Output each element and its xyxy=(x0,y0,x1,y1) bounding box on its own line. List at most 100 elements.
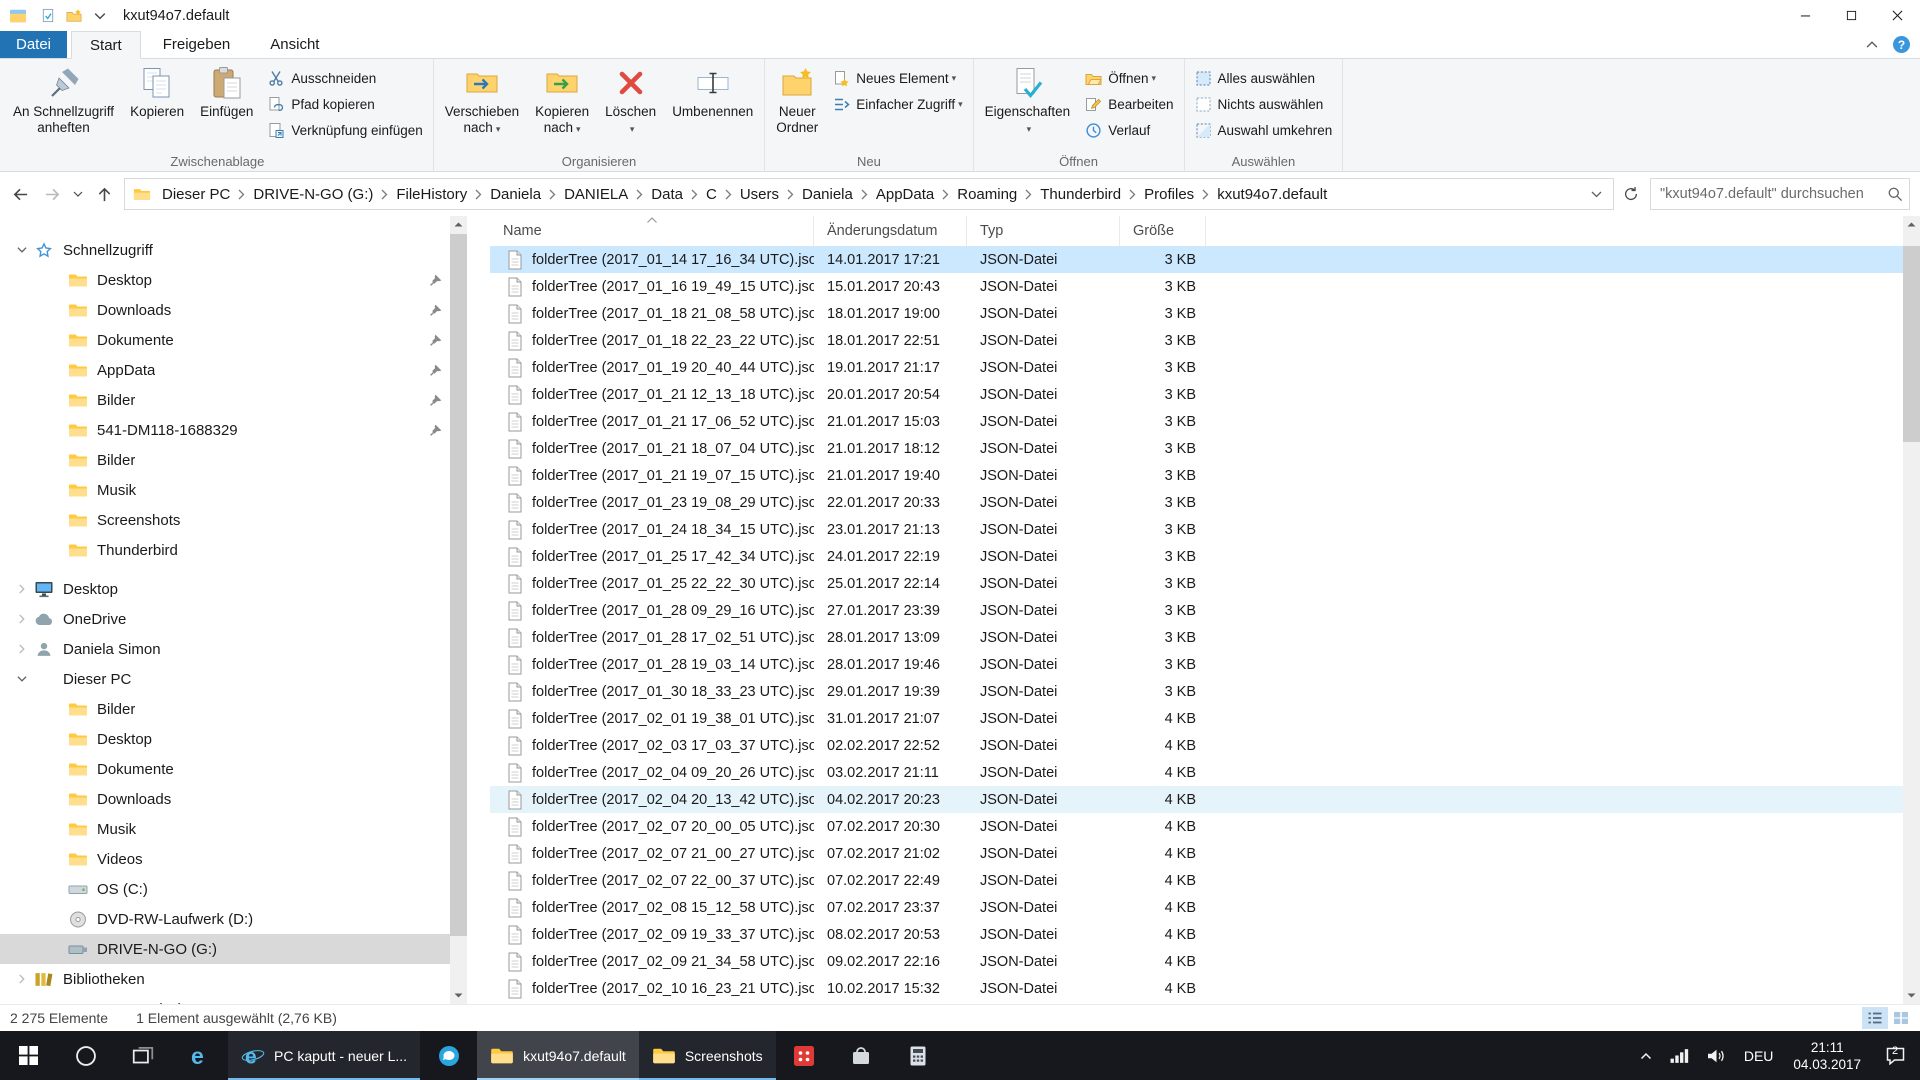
sidebar-item-schnellzugriff[interactable]: Schnellzugriff xyxy=(0,235,467,265)
scroll-up-button[interactable] xyxy=(450,216,467,233)
sidebar-item-videos[interactable]: Videos xyxy=(0,844,467,874)
ribbon-button-verschieben-nach[interactable]: Verschiebennach▾ xyxy=(437,61,527,149)
ribbon-button-bearbeiten[interactable]: Bearbeiten xyxy=(1078,91,1180,117)
sidebar-item-daniela-simon[interactable]: Daniela Simon xyxy=(0,634,467,664)
file-row[interactable]: folderTree (2017_01_23 19_08_29 UTC).jso… xyxy=(490,489,1920,516)
collapse-ribbon-button[interactable] xyxy=(1866,41,1878,49)
column-header-type[interactable]: Typ xyxy=(967,216,1120,246)
taskbar-button-internet-explorer-window[interactable]: ePC kaputt - neuer L... xyxy=(228,1031,420,1080)
file-row[interactable]: folderTree (2017_02_04 09_20_26 UTC).jso… xyxy=(490,759,1920,786)
tab-start[interactable]: Start xyxy=(71,31,141,59)
file-row[interactable]: folderTree (2017_01_21 17_06_52 UTC).jso… xyxy=(490,408,1920,435)
ribbon-button-verlauf[interactable]: Verlauf xyxy=(1078,117,1180,143)
sidebar-item-downloads[interactable]: Downloads xyxy=(0,295,467,325)
file-row[interactable]: folderTree (2017_01_28 17_02_51 UTC).jso… xyxy=(490,624,1920,651)
breadcrumb-segment[interactable]: DANIELA xyxy=(556,186,636,203)
ribbon-button-umbenennen[interactable]: Umbenennen xyxy=(664,61,761,149)
action-center-button[interactable]: 2 xyxy=(1872,1031,1918,1080)
breadcrumb-segment[interactable]: kxut94o7.default xyxy=(1209,186,1335,203)
column-header-name[interactable]: Name xyxy=(490,216,814,246)
chevron-down-icon[interactable] xyxy=(13,674,30,685)
qat-new-folder-button[interactable] xyxy=(61,3,87,29)
sidebar-item-bilder[interactable]: Bilder xyxy=(0,694,467,724)
breadcrumb-segment[interactable]: AppData xyxy=(868,186,942,203)
file-row[interactable]: folderTree (2017_01_24 18_34_15 UTC).jso… xyxy=(490,516,1920,543)
qat-properties-button[interactable] xyxy=(35,3,61,29)
volume-button[interactable] xyxy=(1698,1031,1735,1080)
file-row[interactable]: folderTree (2017_02_07 20_00_05 UTC).jso… xyxy=(490,813,1920,840)
language-indicator[interactable]: DEU xyxy=(1735,1031,1783,1080)
ribbon-button-oeffnen[interactable]: Öffnen▾ xyxy=(1078,65,1180,91)
sidebar-item-musik[interactable]: Musik xyxy=(0,475,467,505)
details-view-button[interactable] xyxy=(1862,1007,1888,1029)
taskbar-button-pinned-app-red[interactable] xyxy=(776,1031,833,1080)
thumbnails-view-button[interactable] xyxy=(1888,1007,1914,1029)
tray-overflow-button[interactable] xyxy=(1631,1031,1661,1080)
breadcrumb-segment[interactable]: Dieser PC xyxy=(154,186,238,203)
start-button[interactable] xyxy=(0,1031,57,1080)
ribbon-button-verknuepfung-einfuegen[interactable]: Verknüpfung einfügen xyxy=(261,117,429,143)
scrollbar-thumb[interactable] xyxy=(450,234,467,936)
ribbon-button-alles-auswaehlen[interactable]: Alles auswählen xyxy=(1188,65,1340,91)
recent-locations-button[interactable] xyxy=(68,178,88,210)
breadcrumb-segment[interactable]: Daniela xyxy=(794,186,861,203)
ribbon-button-auswahl-umkehren[interactable]: Auswahl umkehren xyxy=(1188,117,1340,143)
file-row[interactable]: folderTree (2017_02_03 17_03_37 UTC).jso… xyxy=(490,732,1920,759)
chevron-down-icon[interactable] xyxy=(13,245,30,256)
breadcrumb-segment[interactable]: Daniela xyxy=(482,186,549,203)
sidebar-item-desktop[interactable]: Desktop xyxy=(0,265,467,295)
back-button[interactable] xyxy=(4,178,36,210)
breadcrumb-segment[interactable]: DRIVE-N-GO (G:) xyxy=(245,186,381,203)
tab-ansicht[interactable]: Ansicht xyxy=(252,31,337,58)
breadcrumb-segment[interactable]: C xyxy=(698,186,725,203)
sidebar-item-appdata[interactable]: AppData xyxy=(0,355,467,385)
file-row[interactable]: folderTree (2017_01_28 09_29_16 UTC).jso… xyxy=(490,597,1920,624)
taskbar-button-task-view[interactable] xyxy=(114,1031,171,1080)
column-header-date[interactable]: Änderungsdatum xyxy=(814,216,967,246)
taskbar-button-explorer-kxut94o7-default[interactable]: kxut94o7.default xyxy=(477,1031,639,1080)
taskbar-button-search[interactable] xyxy=(57,1031,114,1080)
file-row[interactable]: folderTree (2017_01_21 18_07_04 UTC).jso… xyxy=(490,435,1920,462)
scroll-down-button[interactable] xyxy=(1903,987,1920,1004)
sidebar-item-thunderbird[interactable]: Thunderbird xyxy=(0,535,467,565)
taskbar-button-messaging-app[interactable] xyxy=(420,1031,477,1080)
maximize-button[interactable] xyxy=(1828,0,1874,31)
sidebar-item-dokumente[interactable]: Dokumente xyxy=(0,754,467,784)
breadcrumb-segment[interactable]: FileHistory xyxy=(388,186,475,203)
sidebar-item-541-dm118-1688329[interactable]: 541-DM118-1688329 xyxy=(0,415,467,445)
sidebar-item-desktop[interactable]: Desktop xyxy=(0,724,467,754)
tab-datei[interactable]: Datei xyxy=(0,31,67,58)
file-row[interactable]: folderTree (2017_01_30 18_33_23 UTC).jso… xyxy=(490,678,1920,705)
sidebar-item-bilder[interactable]: Bilder xyxy=(0,385,467,415)
sidebar-item-screenshots[interactable]: Screenshots xyxy=(0,505,467,535)
ribbon-button-loeschen[interactable]: Löschen▾ xyxy=(597,61,664,149)
ribbon-button-an-schnellzugriff-anheften[interactable]: An Schnellzugriffanheften xyxy=(5,61,122,149)
ribbon-button-eigenschaften[interactable]: Eigenschaften▾ xyxy=(977,61,1079,149)
address-breadcrumb-box[interactable]: Dieser PC DRIVE-N-GO (G:) FileHistory Danie… xyxy=(124,178,1614,210)
forward-button[interactable] xyxy=(36,178,68,210)
file-row[interactable]: folderTree (2017_01_21 12_13_18 UTC).jso… xyxy=(490,381,1920,408)
file-row[interactable]: folderTree (2017_01_25 22_22_30 UTC).jso… xyxy=(490,570,1920,597)
chevron-right-icon[interactable] xyxy=(13,614,30,625)
chevron-right-icon[interactable] xyxy=(13,974,30,985)
file-row[interactable]: folderTree (2017_01_19 20_40_44 UTC).jso… xyxy=(490,354,1920,381)
file-row[interactable]: folderTree (2017_02_04 20_13_42 UTC).jso… xyxy=(490,786,1920,813)
sidebar-item-downloads[interactable]: Downloads xyxy=(0,784,467,814)
ribbon-button-nichts-auswaehlen[interactable]: Nichts auswählen xyxy=(1188,91,1340,117)
breadcrumb-segment[interactable]: Thunderbird xyxy=(1032,186,1129,203)
file-list-scrollbar[interactable] xyxy=(1903,216,1920,1004)
sidebar-item-musik[interactable]: Musik xyxy=(0,814,467,844)
ribbon-button-kopieren-nach[interactable]: Kopierennach▾ xyxy=(527,61,597,149)
sidebar-item-dokumente[interactable]: Dokumente xyxy=(0,325,467,355)
file-row[interactable]: folderTree (2017_02_07 21_00_27 UTC).jso… xyxy=(490,840,1920,867)
chevron-right-icon[interactable] xyxy=(13,644,30,655)
breadcrumb-segment[interactable]: Roaming xyxy=(949,186,1025,203)
file-row[interactable]: folderTree (2017_01_28 19_03_14 UTC).jso… xyxy=(490,651,1920,678)
file-row[interactable]: folderTree (2017_02_09 19_33_37 UTC).jso… xyxy=(490,921,1920,948)
breadcrumb-segment[interactable]: Profiles xyxy=(1136,186,1202,203)
sidebar-item-bibliotheken[interactable]: Bibliotheken xyxy=(0,964,467,994)
clock[interactable]: 21:11 04.03.2017 xyxy=(1782,1031,1872,1080)
file-row[interactable]: folderTree (2017_01_14 17_16_34 UTC).jso… xyxy=(490,246,1920,273)
file-row[interactable]: folderTree (2017_01_16 19_49_15 UTC).jso… xyxy=(490,273,1920,300)
file-row[interactable]: folderTree (2017_01_18 22_23_22 UTC).jso… xyxy=(490,327,1920,354)
